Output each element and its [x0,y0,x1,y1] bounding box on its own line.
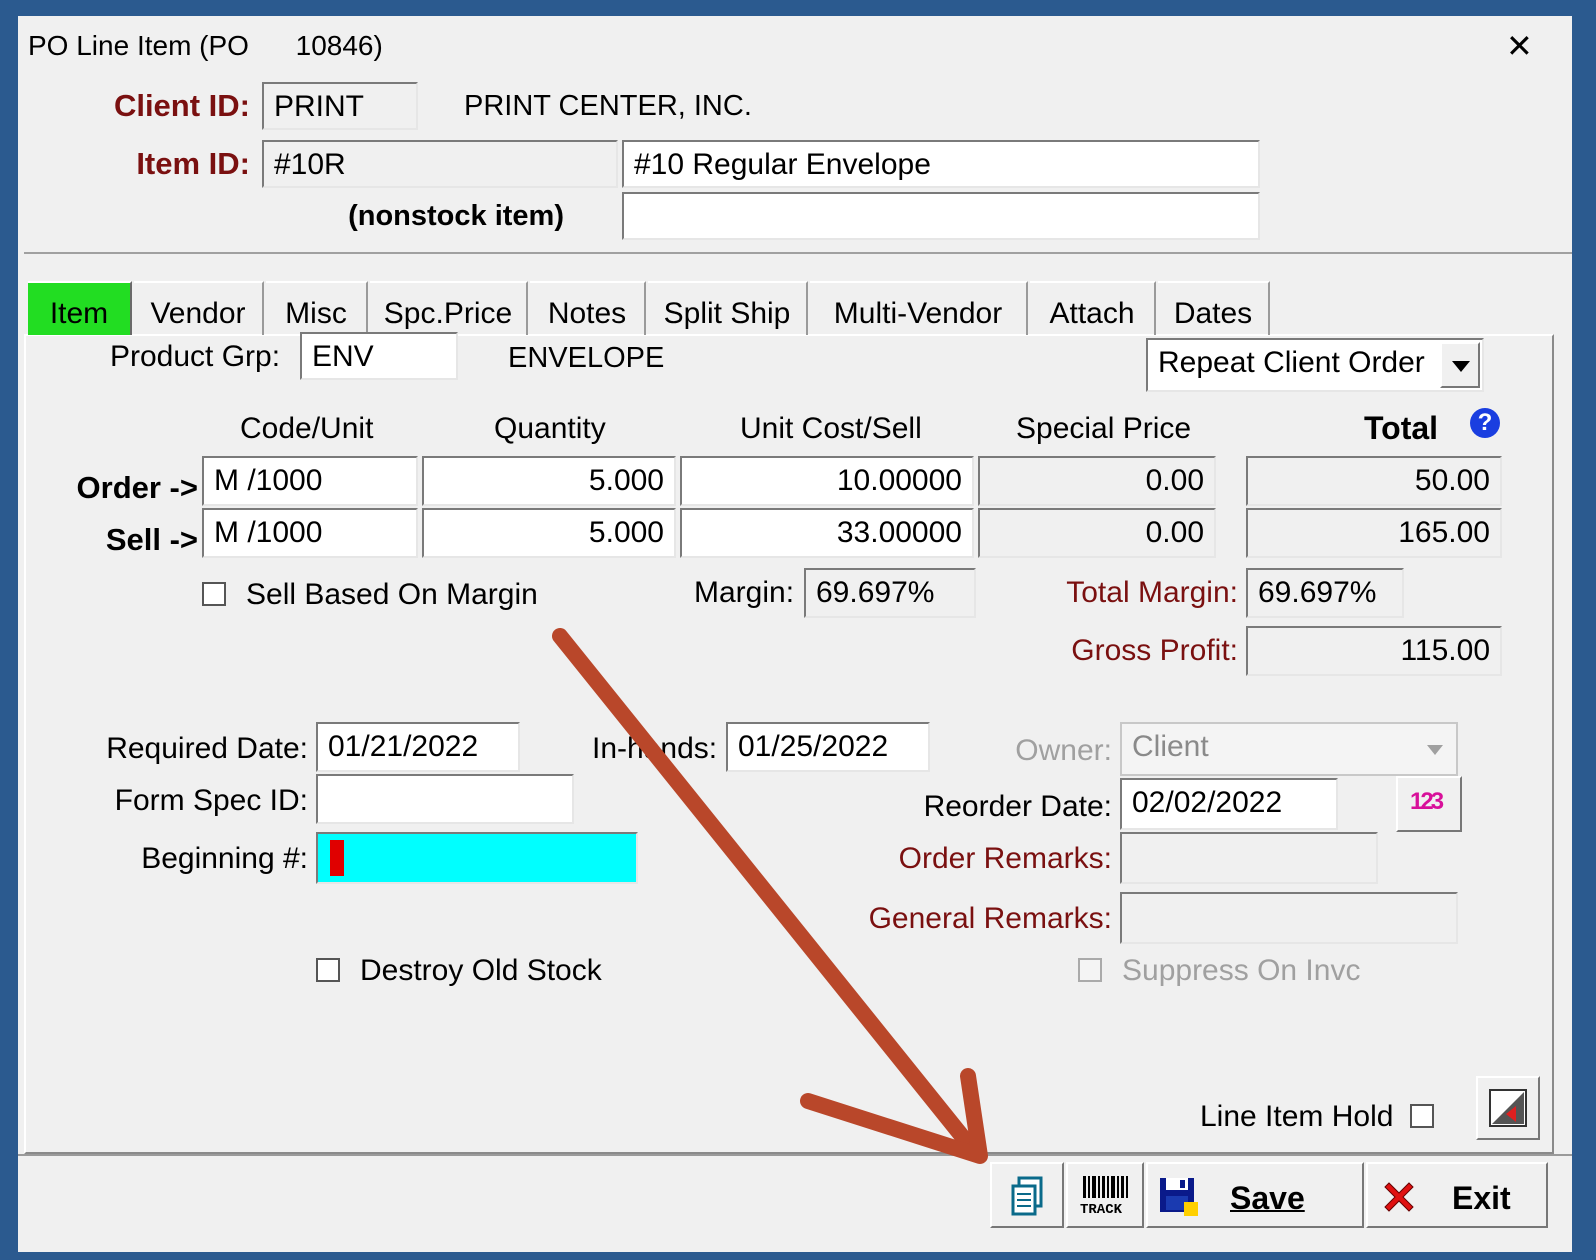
annotation-arrow [552,628,988,1164]
po-line-item-window: PO Line Item (PO 10846) ✕ Client ID: PRI… [18,16,1572,1252]
